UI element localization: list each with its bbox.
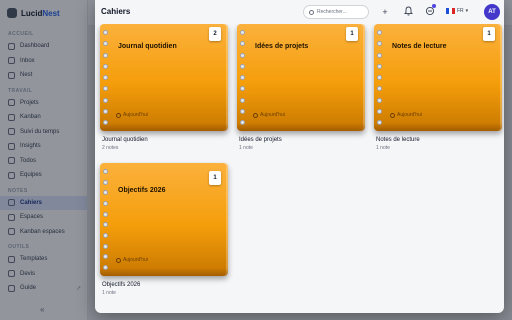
notebook-cover[interactable]: Objectifs 2026 1 Aujourd'hui bbox=[100, 163, 228, 276]
note-count-badge: 1 bbox=[483, 27, 495, 41]
spiral-binding bbox=[103, 169, 109, 270]
add-button[interactable]: + bbox=[379, 6, 391, 18]
notebook-note-count: 1 note bbox=[239, 145, 253, 151]
spiral-binding bbox=[103, 30, 109, 125]
notification-dot bbox=[432, 4, 436, 8]
spiral-binding bbox=[377, 30, 383, 125]
notebook-name: Notes de lecture bbox=[376, 137, 420, 143]
note-count-badge: 1 bbox=[209, 171, 221, 185]
modal-header: Cahiers + FR ▾ AT bbox=[95, 0, 504, 24]
notebook-name: Idées de projets bbox=[239, 137, 282, 143]
notebook-card-idees-de-projets[interactable]: Idées de projets 1 Aujourd'hui Idées de … bbox=[237, 24, 365, 151]
search-icon bbox=[309, 9, 314, 15]
language-label: FR bbox=[457, 8, 464, 14]
notebook-cover[interactable]: Journal quotidien 2 Aujourd'hui bbox=[100, 24, 228, 131]
notebook-date: Aujourd'hui bbox=[390, 112, 422, 118]
notebook-name: Objectifs 2026 bbox=[102, 282, 141, 288]
modal-title: Cahiers bbox=[101, 7, 131, 16]
notebook-note-count: 2 notes bbox=[102, 145, 119, 151]
notebook-card-notes-de-lecture[interactable]: Notes de lecture 1 Aujourd'hui Notes de … bbox=[374, 24, 502, 151]
notebook-name: Journal quotidien bbox=[102, 137, 148, 143]
chevron-down-icon: ▾ bbox=[465, 8, 469, 14]
avatar[interactable]: AT bbox=[484, 4, 500, 20]
note-count-badge: 2 bbox=[209, 27, 221, 41]
notebook-title: Notes de lecture bbox=[392, 43, 447, 50]
search-box[interactable] bbox=[303, 5, 369, 19]
notebook-note-count: 1 note bbox=[102, 290, 116, 296]
notebook-date: Aujourd'hui bbox=[116, 112, 148, 118]
bell-icon[interactable] bbox=[402, 6, 414, 18]
notebook-date: Aujourd'hui bbox=[253, 112, 285, 118]
clock-icon bbox=[116, 257, 121, 263]
language-selector[interactable]: FR ▾ bbox=[446, 8, 468, 14]
search-input[interactable] bbox=[317, 9, 367, 15]
clock-icon bbox=[116, 112, 121, 118]
notebook-note-count: 1 note bbox=[376, 145, 390, 151]
notebook-date: Aujourd'hui bbox=[116, 257, 148, 263]
notebook-cover[interactable]: Idées de projets 1 Aujourd'hui bbox=[237, 24, 365, 131]
notebook-card-objectifs-2026[interactable]: Objectifs 2026 1 Aujourd'hui Objectifs 2… bbox=[100, 163, 228, 296]
flag-fr-icon bbox=[446, 8, 455, 14]
notebook-title: Journal quotidien bbox=[118, 43, 177, 50]
notebook-card-journal-quotidien[interactable]: Journal quotidien 2 Aujourd'hui Journal … bbox=[100, 24, 228, 151]
note-count-badge: 1 bbox=[346, 27, 358, 41]
spiral-binding bbox=[240, 30, 246, 125]
notebook-cover[interactable]: Notes de lecture 1 Aujourd'hui bbox=[374, 24, 502, 131]
clock-icon bbox=[390, 112, 395, 118]
notebook-title: Idées de projets bbox=[255, 43, 309, 50]
clock-icon bbox=[253, 112, 258, 118]
notebooks-modal: Cahiers + FR ▾ AT Journal quotidien 2 Au… bbox=[95, 0, 504, 313]
notebook-title: Objectifs 2026 bbox=[118, 187, 166, 194]
